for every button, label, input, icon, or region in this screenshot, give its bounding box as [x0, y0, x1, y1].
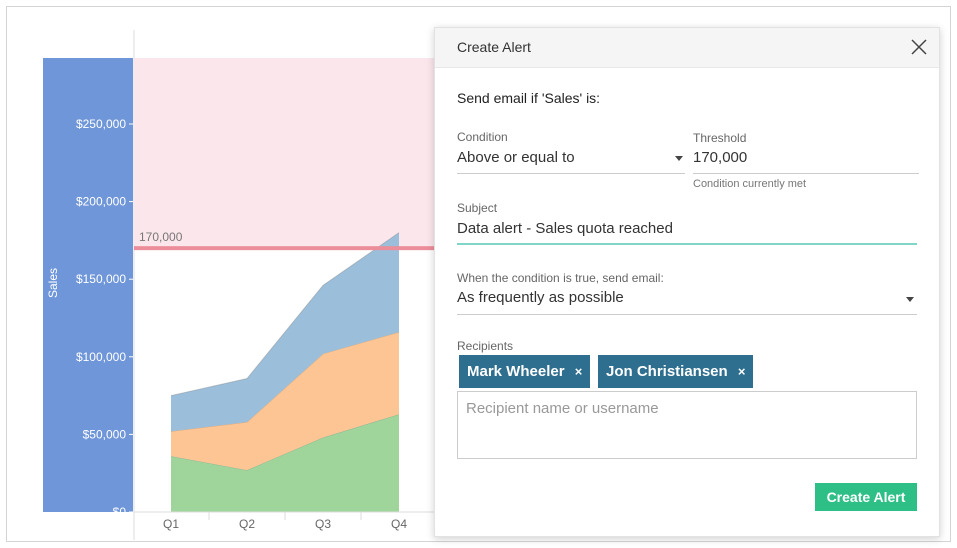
dialog-title: Create Alert: [457, 39, 531, 55]
condition-underline: [457, 173, 685, 174]
x-tick-label: Q1: [163, 517, 179, 531]
x-tick-label: Q2: [239, 517, 255, 531]
condition-select[interactable]: Above or equal to: [457, 149, 685, 173]
recipient-input[interactable]: Recipient name or username: [457, 391, 917, 459]
dialog-header: Create Alert: [435, 28, 939, 68]
recipient-chip-name: Jon Christiansen: [606, 363, 728, 380]
frequency-select[interactable]: As frequently as possible: [457, 289, 917, 313]
threshold-input[interactable]: 170,000: [693, 149, 919, 173]
remove-recipient-icon[interactable]: ×: [575, 364, 583, 379]
alert-heading: Send email if 'Sales' is:: [457, 90, 601, 106]
x-tick-label: Q3: [315, 517, 331, 531]
create-alert-dialog: Create Alert Send email if 'Sales' is: C…: [434, 27, 940, 537]
y-tick-label: $0: [113, 505, 127, 519]
frequency-value: As frequently as possible: [457, 289, 624, 306]
condition-value: Above or equal to: [457, 149, 575, 166]
reference-line-label: 170,000: [139, 230, 183, 244]
recipient-chip: Mark Wheeler ×: [459, 355, 591, 388]
threshold-label: Threshold: [693, 131, 747, 145]
remove-recipient-icon[interactable]: ×: [738, 364, 746, 379]
condition-label: Condition: [457, 130, 508, 144]
frequency-label: When the condition is true, send email:: [457, 271, 664, 285]
y-tick-label: $100,000: [76, 350, 126, 364]
frequency-underline: [457, 314, 917, 315]
recipient-placeholder: Recipient name or username: [466, 400, 659, 417]
subject-input[interactable]: Data alert - Sales quota reached: [457, 220, 917, 244]
y-tick-label: $150,000: [76, 272, 126, 286]
condition-dropdown-icon[interactable]: [675, 156, 683, 161]
x-tick-label: Q4: [391, 517, 407, 531]
y-tick-label: $50,000: [83, 427, 127, 441]
create-alert-button[interactable]: Create Alert: [815, 483, 917, 511]
close-icon[interactable]: [909, 37, 929, 57]
recipients-label: Recipients: [457, 339, 514, 353]
recipient-chip-name: Mark Wheeler: [467, 363, 565, 380]
alert-region: [134, 58, 434, 249]
y-axis-title: Sales: [46, 268, 60, 298]
threshold-underline: [693, 173, 919, 174]
subject-label: Subject: [457, 201, 498, 215]
subject-underline: [457, 243, 917, 245]
recipient-chip: Jon Christiansen ×: [598, 355, 754, 388]
reference-line: [134, 246, 434, 251]
frequency-dropdown-icon[interactable]: [906, 297, 914, 302]
y-tick-label: $200,000: [76, 195, 126, 209]
threshold-hint: Condition currently met: [693, 178, 807, 190]
y-tick-label: $250,000: [76, 117, 126, 131]
